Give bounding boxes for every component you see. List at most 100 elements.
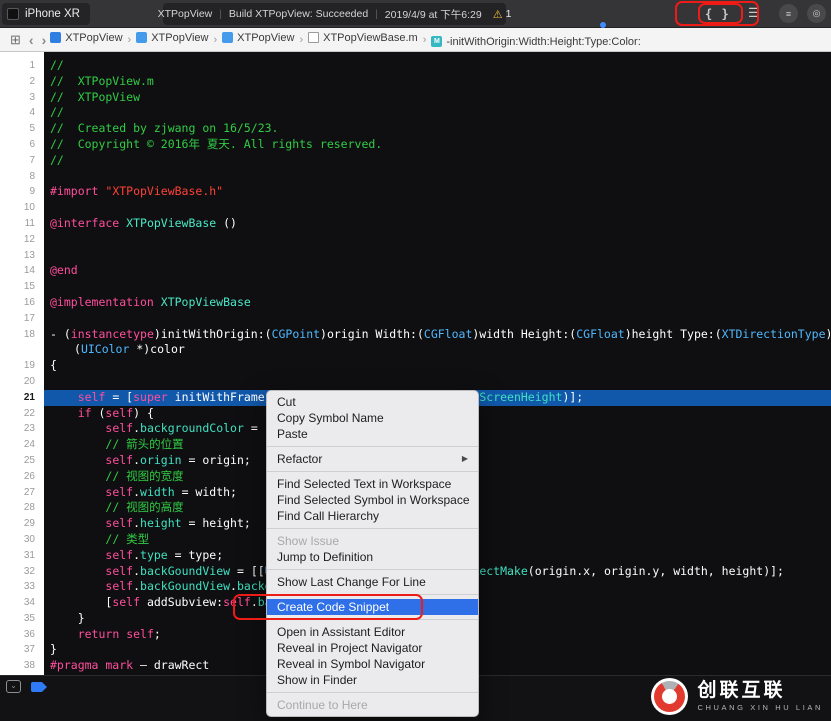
line-number[interactable]: 28 — [0, 500, 44, 516]
inspector-toggle-button[interactable]: ◎ — [807, 4, 826, 23]
line-number[interactable]: 3 — [0, 90, 44, 106]
line-number[interactable]: 13 — [0, 248, 44, 264]
run-destination-chooser[interactable]: iPhone XR — [2, 3, 90, 25]
line-number[interactable] — [0, 342, 44, 358]
line-number[interactable]: 21 — [0, 390, 44, 406]
code-line[interactable]: // XTPopView.m — [44, 74, 831, 90]
line-number[interactable]: 29 — [0, 516, 44, 532]
code-token: // XTPopView.m — [50, 73, 154, 88]
related-items-icon[interactable]: ⊞ — [10, 30, 21, 50]
line-number[interactable]: 4 — [0, 105, 44, 121]
warning-indicator[interactable]: ⚠ 1 — [493, 8, 512, 21]
line-number[interactable]: 37 — [0, 642, 44, 658]
line-number[interactable]: 8 — [0, 169, 44, 185]
forward-button[interactable]: › — [42, 32, 47, 48]
code-line[interactable] — [44, 279, 831, 295]
line-number[interactable]: 23 — [0, 421, 44, 437]
code-line[interactable] — [44, 200, 831, 216]
menu-item-find-selected-symbol-in-workspace[interactable]: Find Selected Symbol in Workspace — [267, 492, 478, 508]
code-token: self — [105, 516, 134, 531]
breadcrumb-item-initwithorigin-width-height-type-color[interactable]: M -initWithOrigin:Width:Height:Type:Color… — [431, 35, 641, 48]
code-line[interactable] — [44, 311, 831, 327]
code-line[interactable] — [44, 248, 831, 264]
line-number[interactable]: 10 — [0, 200, 44, 216]
line-number[interactable]: 36 — [0, 627, 44, 643]
code-line[interactable]: // — [44, 58, 831, 74]
library-button[interactable]: ≡ — [779, 4, 798, 23]
line-number[interactable]: 19 — [0, 358, 44, 374]
standard-editor-button[interactable]: { } — [705, 6, 730, 22]
line-number[interactable]: 22 — [0, 406, 44, 422]
line-number[interactable]: 30 — [0, 532, 44, 548]
code-line[interactable]: // XTPopView — [44, 90, 831, 106]
line-number[interactable]: 18 — [0, 327, 44, 343]
breakpoint-flag-icon[interactable] — [31, 682, 47, 692]
line-number[interactable]: 35 — [0, 611, 44, 627]
code-line[interactable]: // Copyright © 2016年 夏天. All rights rese… — [44, 137, 831, 153]
menu-item-refactor[interactable]: Refactor ▶ — [267, 451, 478, 467]
line-number[interactable]: 34 — [0, 595, 44, 611]
menu-item-label: Create Code Snippet — [277, 600, 390, 614]
menu-item-copy-symbol-name[interactable]: Copy Symbol Name — [267, 410, 478, 426]
line-number[interactable]: 5 — [0, 121, 44, 137]
code-line[interactable]: (UIColor *)color — [44, 342, 831, 358]
menu-item-create-code-snippet[interactable]: Create Code Snippet — [267, 599, 478, 615]
line-number[interactable]: 2 — [0, 74, 44, 90]
line-number[interactable]: 6 — [0, 137, 44, 153]
line-number[interactable]: 14 — [0, 263, 44, 279]
menu-item-find-selected-text-in-workspace[interactable]: Find Selected Text in Workspace — [267, 476, 478, 492]
breadcrumb-item-xtpopview[interactable]: XTPopView — [136, 32, 208, 44]
menu-item-jump-to-definition[interactable]: Jump to Definition — [267, 549, 478, 565]
code-token: . — [230, 579, 237, 594]
line-number[interactable]: 1 — [0, 58, 44, 74]
menu-item-paste[interactable]: Paste — [267, 426, 478, 442]
code-line[interactable]: #import "XTPopViewBase.h" — [44, 184, 831, 200]
line-number[interactable]: 31 — [0, 548, 44, 564]
code-line[interactable]: // — [44, 105, 831, 121]
code-line[interactable] — [44, 374, 831, 390]
menu-item-show-in-finder[interactable]: Show in Finder — [267, 672, 478, 688]
menu-item-cut[interactable]: Cut — [267, 394, 478, 410]
code-line[interactable]: @end — [44, 263, 831, 279]
line-number[interactable]: 11 — [0, 216, 44, 232]
code-token: ScreenHeight — [479, 389, 563, 404]
line-number[interactable]: 15 — [0, 279, 44, 295]
line-number[interactable]: 32 — [0, 564, 44, 580]
line-number[interactable]: 20 — [0, 374, 44, 390]
line-number[interactable]: 9 — [0, 184, 44, 200]
line-number[interactable]: 33 — [0, 579, 44, 595]
breadcrumb-label: -initWithOrigin:Width:Height:Type:Color: — [446, 35, 641, 48]
code-line[interactable]: @implementation XTPopViewBase — [44, 295, 831, 311]
line-number[interactable]: 26 — [0, 469, 44, 485]
line-number[interactable]: 12 — [0, 232, 44, 248]
line-number[interactable]: 17 — [0, 311, 44, 327]
line-number[interactable]: 27 — [0, 485, 44, 501]
menu-item-show-last-change-for-line[interactable]: Show Last Change For Line — [267, 574, 478, 590]
line-number[interactable]: 16 — [0, 295, 44, 311]
menu-separator — [267, 619, 478, 620]
code-line[interactable]: { — [44, 358, 831, 374]
activity-viewer[interactable]: XTPopView | Build XTPopView: Succeeded |… — [158, 3, 511, 25]
breadcrumb-item-xtpopview[interactable]: XTPopView — [50, 32, 123, 44]
code-line[interactable] — [44, 232, 831, 248]
panel-toggle-icon[interactable]: ⌄ — [6, 680, 21, 693]
line-number[interactable]: 38 — [0, 658, 44, 674]
assistant-editor-button[interactable]: ☰ — [748, 5, 760, 21]
code-line[interactable]: // — [44, 153, 831, 169]
menu-item-reveal-in-symbol-navigator[interactable]: Reveal in Symbol Navigator — [267, 656, 478, 672]
breadcrumb-item-xtpopviewbase-m[interactable]: XTPopViewBase.m — [308, 32, 418, 44]
code-line[interactable]: // Created by zjwang on 16/5/23. — [44, 121, 831, 137]
line-number-gutter[interactable]: 1 2 3 4 5 6 7 8 9 10 11 12 13 14 15 16 17 18 19 20 21 22 23 24 2… — [0, 52, 44, 675]
line-number[interactable]: 24 — [0, 437, 44, 453]
code-line[interactable] — [44, 169, 831, 185]
back-button[interactable]: ‹ — [29, 32, 34, 48]
line-number[interactable]: 7 — [0, 153, 44, 169]
code-line[interactable]: - (instancetype)initWithOrigin:(CGPoint)… — [44, 327, 831, 343]
menu-item-find-call-hierarchy[interactable]: Find Call Hierarchy — [267, 508, 478, 524]
menu-item-open-in-assistant-editor[interactable]: Open in Assistant Editor — [267, 624, 478, 640]
menu-item-reveal-in-project-navigator[interactable]: Reveal in Project Navigator — [267, 640, 478, 656]
code-line[interactable]: @interface XTPopViewBase () — [44, 216, 831, 232]
breadcrumb-item-xtpopview[interactable]: XTPopView — [222, 32, 294, 44]
folder-icon — [222, 32, 234, 43]
line-number[interactable]: 25 — [0, 453, 44, 469]
